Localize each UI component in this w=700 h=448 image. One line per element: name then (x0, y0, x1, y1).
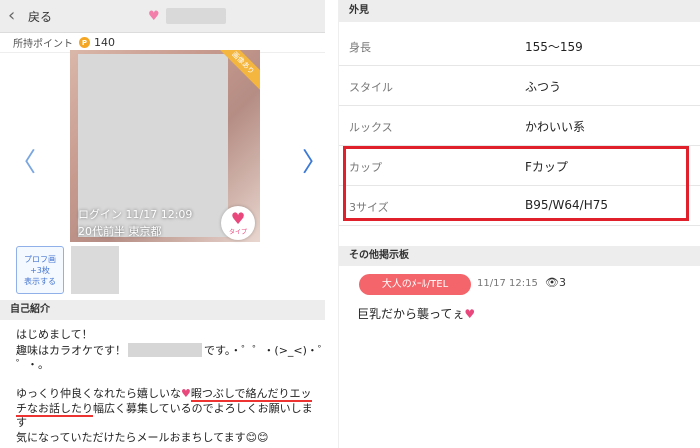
eye-icon: 👁 (545, 276, 559, 289)
heart-emoji-icon: ♥ (181, 387, 191, 400)
attr-row-style: スタイル ふつう (339, 66, 700, 106)
post-body: 巨乳だから襲ってぇ (357, 307, 465, 321)
attr-row-looks: ルックス かわいい系 (339, 106, 700, 146)
heart-emoji-icon: ♥ (464, 307, 476, 321)
top-bar: ‹ 戻る ♥ (0, 0, 325, 33)
underlined-fragment: エッ (289, 387, 312, 402)
prof-btn-line3: 表示する (24, 277, 56, 286)
intro-line: ゜・。 (16, 358, 49, 371)
profile-panel: ‹ 戻る ♥ 所持ポイント P 140 〈 〉 画像あり ログイン 11/17 … (0, 0, 329, 448)
underlined-fragment: 暇つぶしで絡んだり (190, 387, 290, 402)
appearance-section-header: 外見 (339, 0, 700, 22)
next-photo-arrow-icon[interactable]: 〉 (302, 142, 328, 179)
attr-value: ふつう (525, 80, 562, 94)
attr-label: 身長 (349, 41, 371, 54)
location-pin-icon: ♥ (148, 8, 160, 24)
intro-fragment: ゆっくり仲良くなれたら嬉しいな (16, 387, 181, 400)
coin-icon: P (79, 37, 90, 48)
intro-section-header: 自己紹介 (0, 300, 325, 320)
intro-blank-line (16, 373, 321, 388)
like-button[interactable]: ♥ タイプ (221, 206, 255, 240)
views-value: 3 (558, 276, 566, 289)
attr-row-height: 身長 155～159 (339, 26, 700, 66)
show-profile-photos-button[interactable]: プロフ画 +3枚 表示する (16, 246, 64, 294)
post-time: 11/17 12:15 (477, 278, 538, 289)
text-redacted (128, 342, 202, 357)
back-button[interactable]: 戻る (28, 8, 52, 25)
board-section-header: その他掲示板 (339, 246, 700, 266)
intro-line: 趣味はカラオケです！ です。・゜゜・(>_<)・゜ (16, 342, 329, 359)
intro-line: チなお話したり幅広く募集しているのでよろしくお願いしま (16, 401, 321, 417)
last-login-text: ログイン 11/17 12:09 (78, 208, 193, 221)
intro-fragment: 趣味はカラオケです！ (16, 343, 126, 357)
photo-thumbnail[interactable] (71, 246, 119, 294)
heart-icon: ♥ (230, 208, 246, 228)
views-count: 👁3 (545, 276, 566, 289)
age-location-text: 20代前半 東京都 (78, 225, 162, 238)
attr-label: ルックス (349, 121, 393, 134)
prev-photo-arrow-icon[interactable]: 〈 (10, 142, 36, 179)
intro-fragment: 幅広く募集しているのでよろしくお願いしま (93, 401, 313, 415)
username-redacted (165, 8, 226, 24)
attr-value: 155～159 (525, 40, 583, 54)
intro-line: す (16, 416, 27, 429)
attr-label: スタイル (349, 81, 393, 94)
like-label: タイプ (228, 228, 247, 236)
prof-btn-line2: +3枚 (30, 266, 50, 275)
intro-line: はじめまして！ (16, 328, 93, 341)
board-post-text[interactable]: 巨乳だから襲ってぇ♥ (357, 305, 475, 322)
back-chevron-icon[interactable]: ‹ (8, 7, 22, 25)
attr-value: かわいい系 (525, 120, 586, 134)
prof-btn-line1: プロフ画 (24, 255, 56, 264)
intro-text: はじめまして！ 趣味はカラオケです！ です。・゜゜・(>_<)・゜ ゜・。 ゆっく… (16, 328, 329, 445)
highlight-box (343, 146, 689, 221)
points-value: 140 (94, 36, 115, 49)
intro-fragment: です。・゜゜・(>_<)・゜ (204, 343, 329, 357)
intro-line: ゆっくり仲良くなれたら嬉しいな♥暇つぶしで絡んだりエッ (16, 387, 321, 402)
points-label: 所持ポイント (13, 39, 73, 50)
intro-line: 気になっていただけたらメールおまちしてます😊😊 (16, 430, 269, 444)
details-panel: 外見 身長 155～159 スタイル ふつう ルックス かわいい系 カップ Fカ… (338, 0, 700, 448)
underlined-fragment: チなお話したり (16, 401, 93, 417)
board-category-tag[interactable]: 大人のﾒｰﾙ/TEL (359, 274, 471, 295)
